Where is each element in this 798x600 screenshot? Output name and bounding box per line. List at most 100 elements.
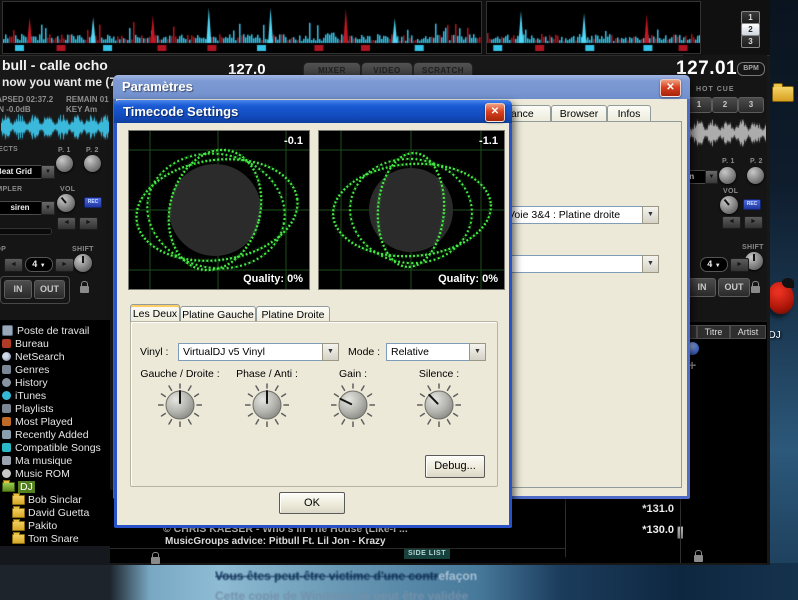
mode-select[interactable]: Relative: [386, 343, 474, 361]
timecode-title: Timecode Settings: [123, 104, 238, 119]
vinyl-label: Vinyl :: [140, 346, 168, 358]
sidebar-item-ma-musique[interactable]: Ma musique: [0, 454, 110, 467]
sampler-vol-knob[interactable]: [720, 196, 738, 214]
mode-label: Mode :: [348, 346, 380, 358]
loop-label: LOOP: [0, 246, 6, 253]
sampler-next-button[interactable]: ►: [79, 217, 98, 230]
hot-cue-2-button[interactable]: 2: [712, 97, 738, 113]
sampler-prev-button[interactable]: ◄: [57, 217, 76, 230]
rhythm-waveform-right: [486, 1, 701, 54]
gain-readout: GAIN -0.0dB: [0, 105, 31, 114]
sidebar-item-poste-de-travail[interactable]: Poste de travail: [0, 324, 110, 337]
loop-length-select[interactable]: 4 ▼: [700, 257, 728, 272]
sidebar-item-genres[interactable]: Genres: [0, 363, 110, 376]
mode-select-arrow-icon[interactable]: ▼: [469, 343, 486, 361]
side-list-header-artist[interactable]: Artist: [730, 325, 766, 339]
music-icon: [2, 456, 11, 465]
sidebar-item-bob-sinclar[interactable]: Bob Sinclar: [0, 493, 110, 506]
loop-in-button[interactable]: IN: [4, 280, 32, 299]
playlist-bpm-row[interactable]: *130.0: [570, 524, 674, 536]
elapsed-time: ELAPSED 02:37.2: [0, 95, 53, 104]
sampler-rec-button[interactable]: REC: [84, 197, 102, 208]
genres-icon: [2, 365, 11, 374]
virtualdj-mascot-icon[interactable]: [768, 282, 794, 314]
scope-right-graphic: [319, 131, 504, 289]
desktop-folder-icon[interactable]: [772, 86, 794, 102]
vinyl-select-arrow-icon[interactable]: ▼: [322, 343, 339, 361]
loop-double-button[interactable]: ►: [730, 258, 749, 272]
phase-anti-label: Phase / Anti :: [217, 368, 317, 380]
loop-out-button[interactable]: OUT: [718, 278, 750, 297]
sidebar-item-itunes[interactable]: iTunes: [0, 389, 110, 402]
parametres-titlebar[interactable]: Paramètres: [113, 75, 690, 99]
effect-select[interactable]: Beat Grid: [0, 165, 45, 179]
sampler-select-arrow-icon[interactable]: ▼: [41, 201, 55, 215]
sidebar-item-playlists[interactable]: Playlists: [0, 402, 110, 415]
divider: [110, 548, 565, 549]
hot-cue-3-button[interactable]: 3: [738, 97, 764, 113]
timecode-close-button[interactable]: ✕: [485, 103, 505, 122]
effect-select-arrow-icon[interactable]: ▼: [705, 170, 718, 184]
key-readout: KEY Am: [66, 105, 97, 114]
side-list-header-titre[interactable]: Titre: [697, 325, 730, 339]
sampler-prev-button[interactable]: ◄: [722, 216, 741, 229]
right-deck-lock-icon[interactable]: [751, 286, 760, 293]
timecode-scope-right: -1.1 Quality: 0%: [318, 130, 505, 290]
left-deck-waveform: [1, 114, 109, 140]
loop-double-button[interactable]: ►: [55, 258, 74, 272]
sidebar-item-history[interactable]: History: [0, 376, 110, 389]
track-title: bull - calle ocho: [2, 57, 108, 73]
loop-length-select[interactable]: 4 ▼: [25, 257, 53, 272]
rhythm-waveform-left: [2, 1, 482, 54]
loop-in-button[interactable]: IN: [688, 278, 716, 297]
sampler-position-bar[interactable]: [0, 228, 52, 235]
sidebar-item-recently-added[interactable]: Recently Added: [0, 428, 110, 441]
left-deck-lock-icon[interactable]: [80, 286, 89, 293]
channel-routing-arrow-icon[interactable]: ▼: [642, 206, 659, 224]
sidebar-item-compatible-songs[interactable]: Compatible Songs: [0, 441, 110, 454]
gauche-droite-knob[interactable]: [158, 383, 202, 427]
wga-notification-line2: Cette copie de Windows ne peut être vali…: [215, 589, 798, 600]
sidebar-item-music-rom[interactable]: Music ROM: [0, 467, 110, 480]
loop-out-button[interactable]: OUT: [34, 280, 65, 299]
sidebar-item-dj[interactable]: DJ: [0, 480, 110, 493]
vinyl-select[interactable]: VirtualDJ v5 Vinyl: [178, 343, 327, 361]
search-icon: [2, 352, 11, 361]
sidebar-item-netsearch[interactable]: NetSearch: [0, 350, 110, 363]
silence-knob[interactable]: [417, 383, 461, 427]
channel-routing-select[interactable]: Voie 3&4 : Platine droite: [503, 206, 647, 224]
sampler-rec-button[interactable]: REC: [743, 199, 761, 210]
parametres-close-button[interactable]: ✕: [660, 79, 681, 97]
playlist-bpm-row[interactable]: *131.0: [570, 503, 674, 515]
effect-p1-knob[interactable]: [56, 155, 73, 172]
side-list-lock-icon[interactable]: [694, 555, 703, 562]
sidebar-item-david-guetta[interactable]: David Guetta: [0, 506, 110, 519]
side-list-tab[interactable]: SIDE LIST: [404, 549, 450, 559]
sidebar-item-tom-snare[interactable]: Tom Snare: [0, 532, 110, 545]
secondary-select-arrow-icon[interactable]: ▼: [642, 255, 659, 273]
effect-p1-knob[interactable]: [719, 167, 736, 184]
loop-length-value: 4: [32, 259, 37, 269]
secondary-select[interactable]: [503, 255, 647, 273]
sidebar-item-bureau[interactable]: Bureau: [0, 337, 110, 350]
effect-p2-knob[interactable]: [747, 167, 764, 184]
sidebar-item-most-played[interactable]: Most Played: [0, 415, 110, 428]
right-deck-waveform: [684, 119, 766, 147]
computer-icon: [2, 325, 13, 336]
gain-knob[interactable]: [331, 383, 375, 427]
ok-button[interactable]: OK: [279, 492, 345, 514]
browser-lock-icon[interactable]: [151, 557, 160, 564]
effect-p2-knob[interactable]: [84, 155, 101, 172]
timecode-titlebar[interactable]: Timecode Settings: [114, 100, 512, 123]
deck-view-button-3[interactable]: 3: [741, 35, 760, 48]
vol-label: VOL: [723, 188, 738, 195]
debug-button[interactable]: Debug...: [425, 455, 485, 478]
loop-shift-knob[interactable]: [74, 254, 92, 272]
sidebar-item-pakito[interactable]: Pakito: [0, 519, 110, 532]
effect-select-arrow-icon[interactable]: ▼: [41, 165, 55, 179]
sampler-next-button[interactable]: ►: [744, 216, 763, 229]
phase-anti-knob[interactable]: [245, 383, 289, 427]
sampler-vol-knob[interactable]: [57, 194, 75, 212]
loop-half-button[interactable]: ◄: [4, 258, 23, 272]
sampler-select[interactable]: siren: [0, 201, 45, 215]
